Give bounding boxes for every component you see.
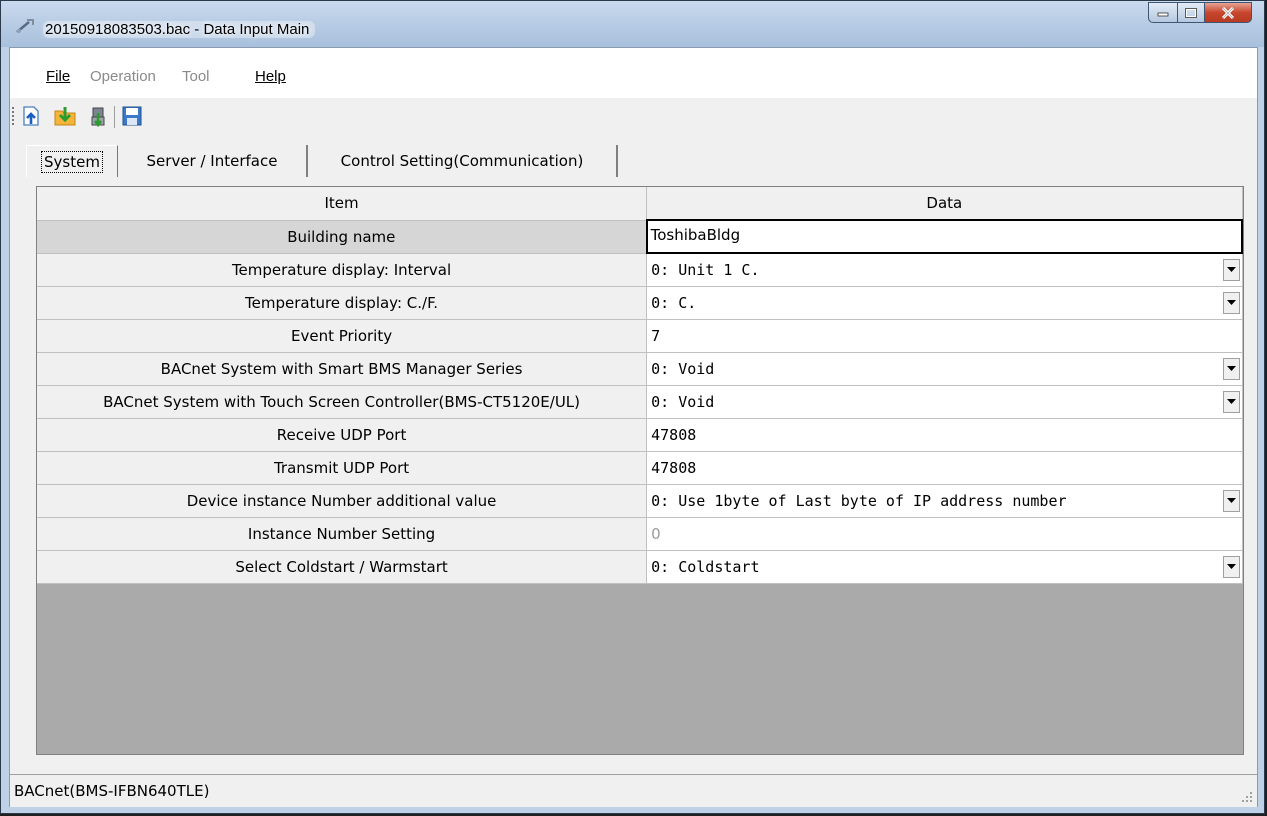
- temperature-unit-dropdown[interactable]: 0: C.: [646, 286, 1243, 320]
- toolbar-separator: [114, 106, 115, 128]
- tab-control-setting-label: Control Setting(Communication): [340, 152, 584, 170]
- table-row[interactable]: Building name ToshibaBldg: [37, 219, 1243, 254]
- table-row[interactable]: Temperature display: C./F. 0: C.: [37, 286, 1243, 320]
- dropdown-button[interactable]: [1222, 259, 1240, 281]
- close-icon: [1221, 6, 1235, 19]
- dropdown-button[interactable]: [1222, 291, 1240, 314]
- dropdown-button[interactable]: [1222, 555, 1240, 578]
- cell-value: 47808: [651, 425, 697, 444]
- coldstart-warmstart-dropdown[interactable]: 0: Coldstart: [646, 550, 1243, 584]
- event-priority-input[interactable]: 7: [646, 319, 1243, 353]
- cell-value: ToshibaBldg: [650, 226, 741, 244]
- menu-tool-label: Tool: [182, 68, 210, 85]
- menu-bar: File Operation Tool Help: [10, 48, 1257, 98]
- save-icon[interactable]: [120, 104, 144, 128]
- smart-bms-dropdown[interactable]: 0: Void: [646, 352, 1243, 386]
- row-label: Device instance Number additional value: [37, 484, 648, 518]
- open-file-icon[interactable]: [19, 104, 43, 128]
- row-label: Receive UDP Port: [37, 418, 648, 452]
- main-window: 20150918083503.bac - Data Input Main Fil…: [0, 0, 1265, 814]
- cell-value: 0: C.: [651, 293, 697, 312]
- menu-operation[interactable]: Operation: [90, 68, 156, 85]
- menu-file[interactable]: File: [46, 68, 70, 85]
- menu-help-label: Help: [255, 68, 286, 85]
- close-button[interactable]: [1204, 2, 1252, 23]
- table-row[interactable]: Event Priority 7: [37, 319, 1243, 353]
- row-label: BACnet System with Touch Screen Controll…: [37, 385, 648, 419]
- table-row[interactable]: BACnet System with Touch Screen Controll…: [37, 385, 1243, 419]
- cell-value: 7: [651, 326, 661, 345]
- toolbar: [10, 99, 1257, 135]
- row-label: Event Priority: [37, 319, 648, 353]
- cell-value: 0: Void: [651, 359, 715, 378]
- status-text: BACnet(BMS-IFBN640TLE): [14, 782, 210, 800]
- instance-number-input: 0: [646, 517, 1243, 551]
- cell-value: 0: Unit 1 C.: [651, 261, 760, 279]
- column-header-item[interactable]: Item: [37, 187, 648, 221]
- row-label: Select Coldstart / Warmstart: [37, 550, 648, 584]
- app-icon: [16, 19, 34, 33]
- building-name-input[interactable]: ToshibaBldg: [645, 219, 1243, 254]
- menu-help[interactable]: Help: [255, 68, 286, 85]
- row-label: Transmit UDP Port: [37, 451, 648, 485]
- window-title: 20150918083503.bac - Data Input Main: [43, 21, 316, 38]
- temperature-interval-dropdown[interactable]: 0: Unit 1 C.: [646, 253, 1243, 287]
- dropdown-button[interactable]: [1222, 489, 1240, 512]
- settings-table: Item Data Building name ToshibaBldg Temp…: [37, 187, 1243, 584]
- dropdown-button[interactable]: [1222, 390, 1240, 413]
- toolbar-grip[interactable]: [12, 107, 14, 127]
- tab-server-interface-label: Server / Interface: [146, 152, 278, 170]
- cell-value: 0: [651, 524, 661, 543]
- menu-file-label: File: [46, 68, 71, 85]
- resize-grip-icon[interactable]: [1241, 791, 1253, 803]
- table-row[interactable]: Temperature display: Interval 0: Unit 1 …: [37, 253, 1243, 287]
- row-label: Temperature display: Interval: [37, 253, 648, 287]
- cell-value: 0: Use 1byte of Last byte of IP address …: [651, 491, 1067, 510]
- import-icon[interactable]: [53, 104, 77, 128]
- table-row[interactable]: Receive UDP Port 47808: [37, 418, 1243, 452]
- touch-screen-dropdown[interactable]: 0: Void: [646, 385, 1243, 419]
- dropdown-button[interactable]: [1222, 357, 1240, 380]
- row-label: Temperature display: C./F.: [37, 286, 648, 320]
- tab-system-label: System: [41, 150, 103, 173]
- tab-server-interface[interactable]: Server / Interface: [118, 145, 308, 177]
- cell-value: 0: Coldstart: [651, 557, 760, 576]
- table-row[interactable]: Transmit UDP Port 47808: [37, 451, 1243, 485]
- device-instance-dropdown[interactable]: 0: Use 1byte of Last byte of IP address …: [646, 484, 1243, 518]
- download-icon[interactable]: [86, 104, 110, 128]
- row-label: Instance Number Setting: [37, 517, 648, 551]
- client-area: File Operation Tool Help System Server /…: [9, 47, 1258, 807]
- chevron-down-icon: [1226, 398, 1236, 404]
- menu-operation-label: Operation: [90, 68, 156, 85]
- row-label: Building name: [37, 220, 648, 254]
- table-row[interactable]: BACnet System with Smart BMS Manager Ser…: [37, 352, 1243, 386]
- chevron-down-icon: [1226, 299, 1236, 305]
- column-header-data[interactable]: Data: [646, 187, 1243, 221]
- minimize-button[interactable]: [1148, 2, 1177, 23]
- settings-grid[interactable]: Item Data Building name ToshibaBldg Temp…: [36, 186, 1244, 755]
- table-row[interactable]: Select Coldstart / Warmstart 0: Coldstar…: [37, 550, 1243, 584]
- tab-system[interactable]: System: [26, 145, 118, 177]
- maximize-icon: [1185, 7, 1197, 18]
- status-bar: BACnet(BMS-IFBN640TLE): [10, 774, 1257, 807]
- header-row: Item Data: [37, 187, 1243, 221]
- caption-buttons: [1148, 2, 1252, 24]
- cell-value: 47808: [651, 458, 697, 477]
- tab-control-setting[interactable]: Control Setting(Communication): [308, 145, 618, 177]
- chevron-down-icon: [1226, 497, 1236, 503]
- receive-udp-port-input[interactable]: 47808: [646, 418, 1243, 452]
- table-row[interactable]: Device instance Number additional value …: [37, 484, 1243, 518]
- table-row[interactable]: Instance Number Setting 0: [37, 517, 1243, 551]
- chevron-down-icon: [1226, 267, 1236, 272]
- menu-tool[interactable]: Tool: [182, 68, 210, 85]
- maximize-button[interactable]: [1177, 2, 1204, 23]
- transmit-udp-port-input[interactable]: 47808: [646, 451, 1243, 485]
- cell-value: 0: Void: [651, 392, 715, 411]
- chevron-down-icon: [1226, 563, 1236, 569]
- row-label: BACnet System with Smart BMS Manager Ser…: [37, 352, 648, 386]
- chevron-down-icon: [1226, 365, 1236, 371]
- minimize-icon: [1157, 12, 1169, 16]
- title-bar[interactable]: 20150918083503.bac - Data Input Main: [1, 1, 1264, 47]
